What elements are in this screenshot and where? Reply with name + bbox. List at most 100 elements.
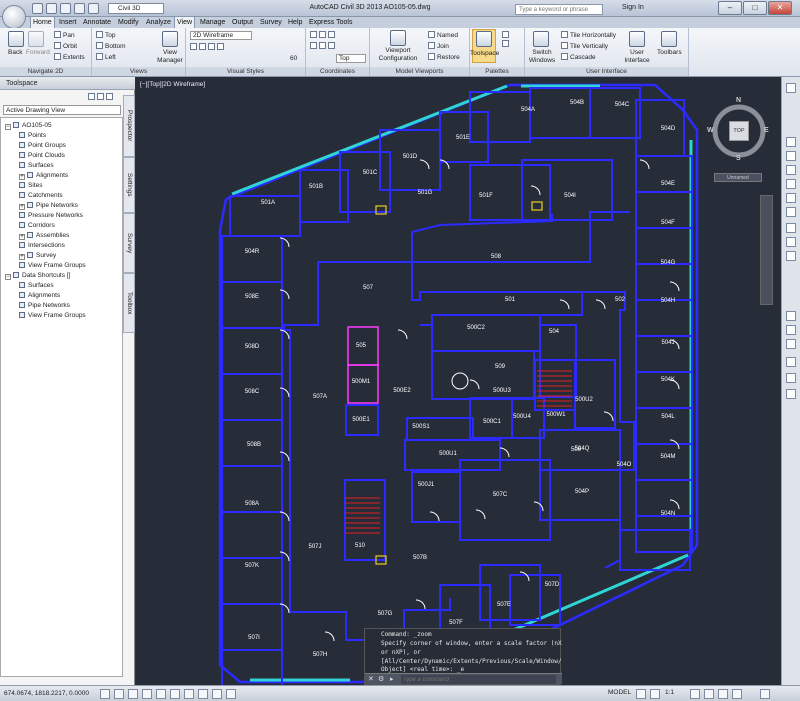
ucs-origin-icon[interactable] — [310, 42, 317, 49]
text-icon[interactable] — [786, 237, 796, 247]
list-icon[interactable] — [786, 193, 796, 203]
edges-icon[interactable] — [199, 43, 206, 50]
tab-modify[interactable]: Modify — [116, 17, 141, 28]
open-file-icon[interactable] — [46, 3, 57, 14]
toolbars-button[interactable]: Toolbars — [657, 49, 682, 57]
tree-node[interactable]: − AO105-05 — [5, 122, 52, 130]
tree-node[interactable]: View Frame Groups — [19, 262, 86, 270]
tab-prospector[interactable]: Prospector — [123, 95, 135, 157]
tree-expander-icon[interactable]: + — [19, 254, 25, 260]
toolbars-icon[interactable] — [661, 31, 677, 47]
tab-survey[interactable]: Survey — [258, 17, 284, 28]
viewport-config-icon[interactable] — [390, 30, 406, 46]
compass-west[interactable]: W — [707, 127, 714, 134]
xref-icon[interactable] — [786, 325, 796, 335]
switch-windows-icon[interactable] — [533, 31, 549, 47]
minimize-button[interactable]: – — [718, 1, 742, 15]
tree-node[interactable]: Pipe Networks — [19, 302, 70, 310]
close-command-icon[interactable]: ✕ — [368, 675, 374, 683]
osnap-icon[interactable] — [786, 373, 796, 383]
tree-node[interactable]: − Data Shortcuts [] — [5, 272, 70, 280]
layer-icon[interactable] — [786, 137, 796, 147]
shadow-icon[interactable] — [217, 43, 224, 50]
clean-screen-icon[interactable] — [760, 689, 770, 699]
tree-node[interactable]: + Assemblies — [19, 232, 69, 240]
tree-node[interactable]: Surfaces — [19, 162, 54, 170]
maximize-button[interactable]: □ — [743, 1, 767, 15]
cascade-button[interactable]: Cascade — [561, 53, 596, 62]
tab-annotate[interactable]: Annotate — [81, 17, 113, 28]
object-snap-tracking-icon[interactable] — [184, 689, 194, 699]
infer-constraints-icon[interactable] — [100, 689, 110, 699]
annotation-scale-icon[interactable] — [650, 689, 660, 699]
visual-style-dropdown[interactable]: 2D Wireframe — [190, 31, 252, 40]
object-snap-icon[interactable] — [170, 689, 180, 699]
viewport-controls-label[interactable]: [−][Top][2D Wireframe] — [140, 81, 205, 88]
tree-node[interactable]: Alignments — [19, 292, 60, 300]
dynamic-input-icon[interactable] — [212, 689, 222, 699]
print-icon[interactable] — [74, 3, 85, 14]
help-icon[interactable] — [106, 93, 113, 100]
wcs-menu[interactable]: Unnamed — [714, 173, 762, 182]
tab-analyze[interactable]: Analyze — [144, 17, 173, 28]
pan-button[interactable]: Pan — [54, 31, 75, 40]
tree-node[interactable]: Sites — [19, 182, 42, 190]
snap-mode-icon[interactable] — [114, 689, 124, 699]
table-icon[interactable] — [786, 311, 796, 321]
tree-expander-icon[interactable]: − — [5, 274, 11, 280]
tree-expander-icon[interactable]: + — [19, 204, 25, 210]
active-drawing-view-dropdown[interactable]: Active Drawing View — [3, 105, 121, 115]
tab-survey[interactable]: Survey — [123, 213, 135, 273]
tree-node[interactable]: Catchments — [19, 192, 63, 200]
navigation-bar[interactable] — [760, 195, 773, 305]
viewport-config-button[interactable]: Viewport Configuration — [372, 47, 424, 63]
floor-plan[interactable]: 504A504B 504C504D501E501D501C501B501A501G… — [136, 77, 781, 685]
tree-node[interactable]: Corridors — [19, 222, 55, 230]
workspace-switching-icon[interactable] — [690, 689, 700, 699]
tab-toolbox[interactable]: Toolbox — [123, 273, 135, 333]
user-interface-button[interactable]: User Interface — [621, 49, 653, 65]
ucs-world-icon[interactable] — [319, 31, 326, 38]
tree-node[interactable]: Intersections — [19, 242, 65, 250]
tab-manage[interactable]: Manage — [198, 17, 227, 28]
view-manager-icon[interactable] — [162, 31, 178, 47]
workspace-select[interactable]: Civil 3D — [108, 3, 164, 14]
properties-icon[interactable] — [502, 31, 509, 38]
tab-view[interactable]: View — [174, 16, 196, 28]
snap-icon[interactable] — [786, 357, 796, 367]
tab-help[interactable]: Help — [286, 17, 304, 28]
restore-button[interactable]: Restore — [428, 53, 460, 62]
search-input[interactable]: Type a keyword or phrase — [515, 4, 603, 15]
grid-display-icon[interactable] — [128, 689, 138, 699]
drawing-canvas[interactable]: 504A 504B 504C 504D 501E 501D 501C 501B 501A 501G… — [136, 77, 781, 685]
tree-expander-icon[interactable]: + — [19, 234, 25, 240]
tree-node[interactable]: View Frame Groups — [19, 312, 86, 320]
measure-icon[interactable] — [786, 179, 796, 189]
customize-icon[interactable]: ⚙ — [378, 675, 384, 683]
view-manager-button[interactable]: View Manager — [156, 49, 184, 65]
compass-south[interactable]: S — [736, 155, 741, 162]
back-icon[interactable] — [8, 31, 24, 47]
refresh-icon[interactable] — [88, 93, 95, 100]
toolspace-button[interactable]: Toolspace — [470, 50, 499, 58]
compass-north[interactable]: N — [736, 97, 741, 104]
properties-icon[interactable] — [786, 151, 796, 161]
view-bottom-button[interactable]: Bottom — [96, 42, 126, 51]
settings-icon[interactable] — [97, 93, 104, 100]
ucs-icon[interactable] — [310, 31, 317, 38]
user-interface-icon[interactable] — [629, 31, 645, 47]
ucs-y-icon[interactable] — [319, 42, 326, 49]
viewcube[interactable]: TOP N S E W — [706, 97, 769, 162]
tree-node[interactable]: Point Clouds — [19, 152, 65, 160]
ucs-x-icon[interactable] — [328, 31, 335, 38]
application-menu-button[interactable] — [2, 5, 26, 29]
save-icon[interactable] — [60, 3, 71, 14]
tab-settings[interactable]: Settings — [123, 157, 135, 213]
tree-node[interactable]: Points — [19, 132, 46, 140]
hatch-icon[interactable] — [786, 207, 796, 217]
viewcube-top-face[interactable]: TOP — [729, 121, 749, 141]
back-button[interactable]: Back — [8, 49, 22, 57]
tree-node[interactable]: + Alignments — [19, 172, 68, 180]
extents-button[interactable]: Extents — [54, 53, 85, 62]
polar-tracking-icon[interactable] — [156, 689, 166, 699]
